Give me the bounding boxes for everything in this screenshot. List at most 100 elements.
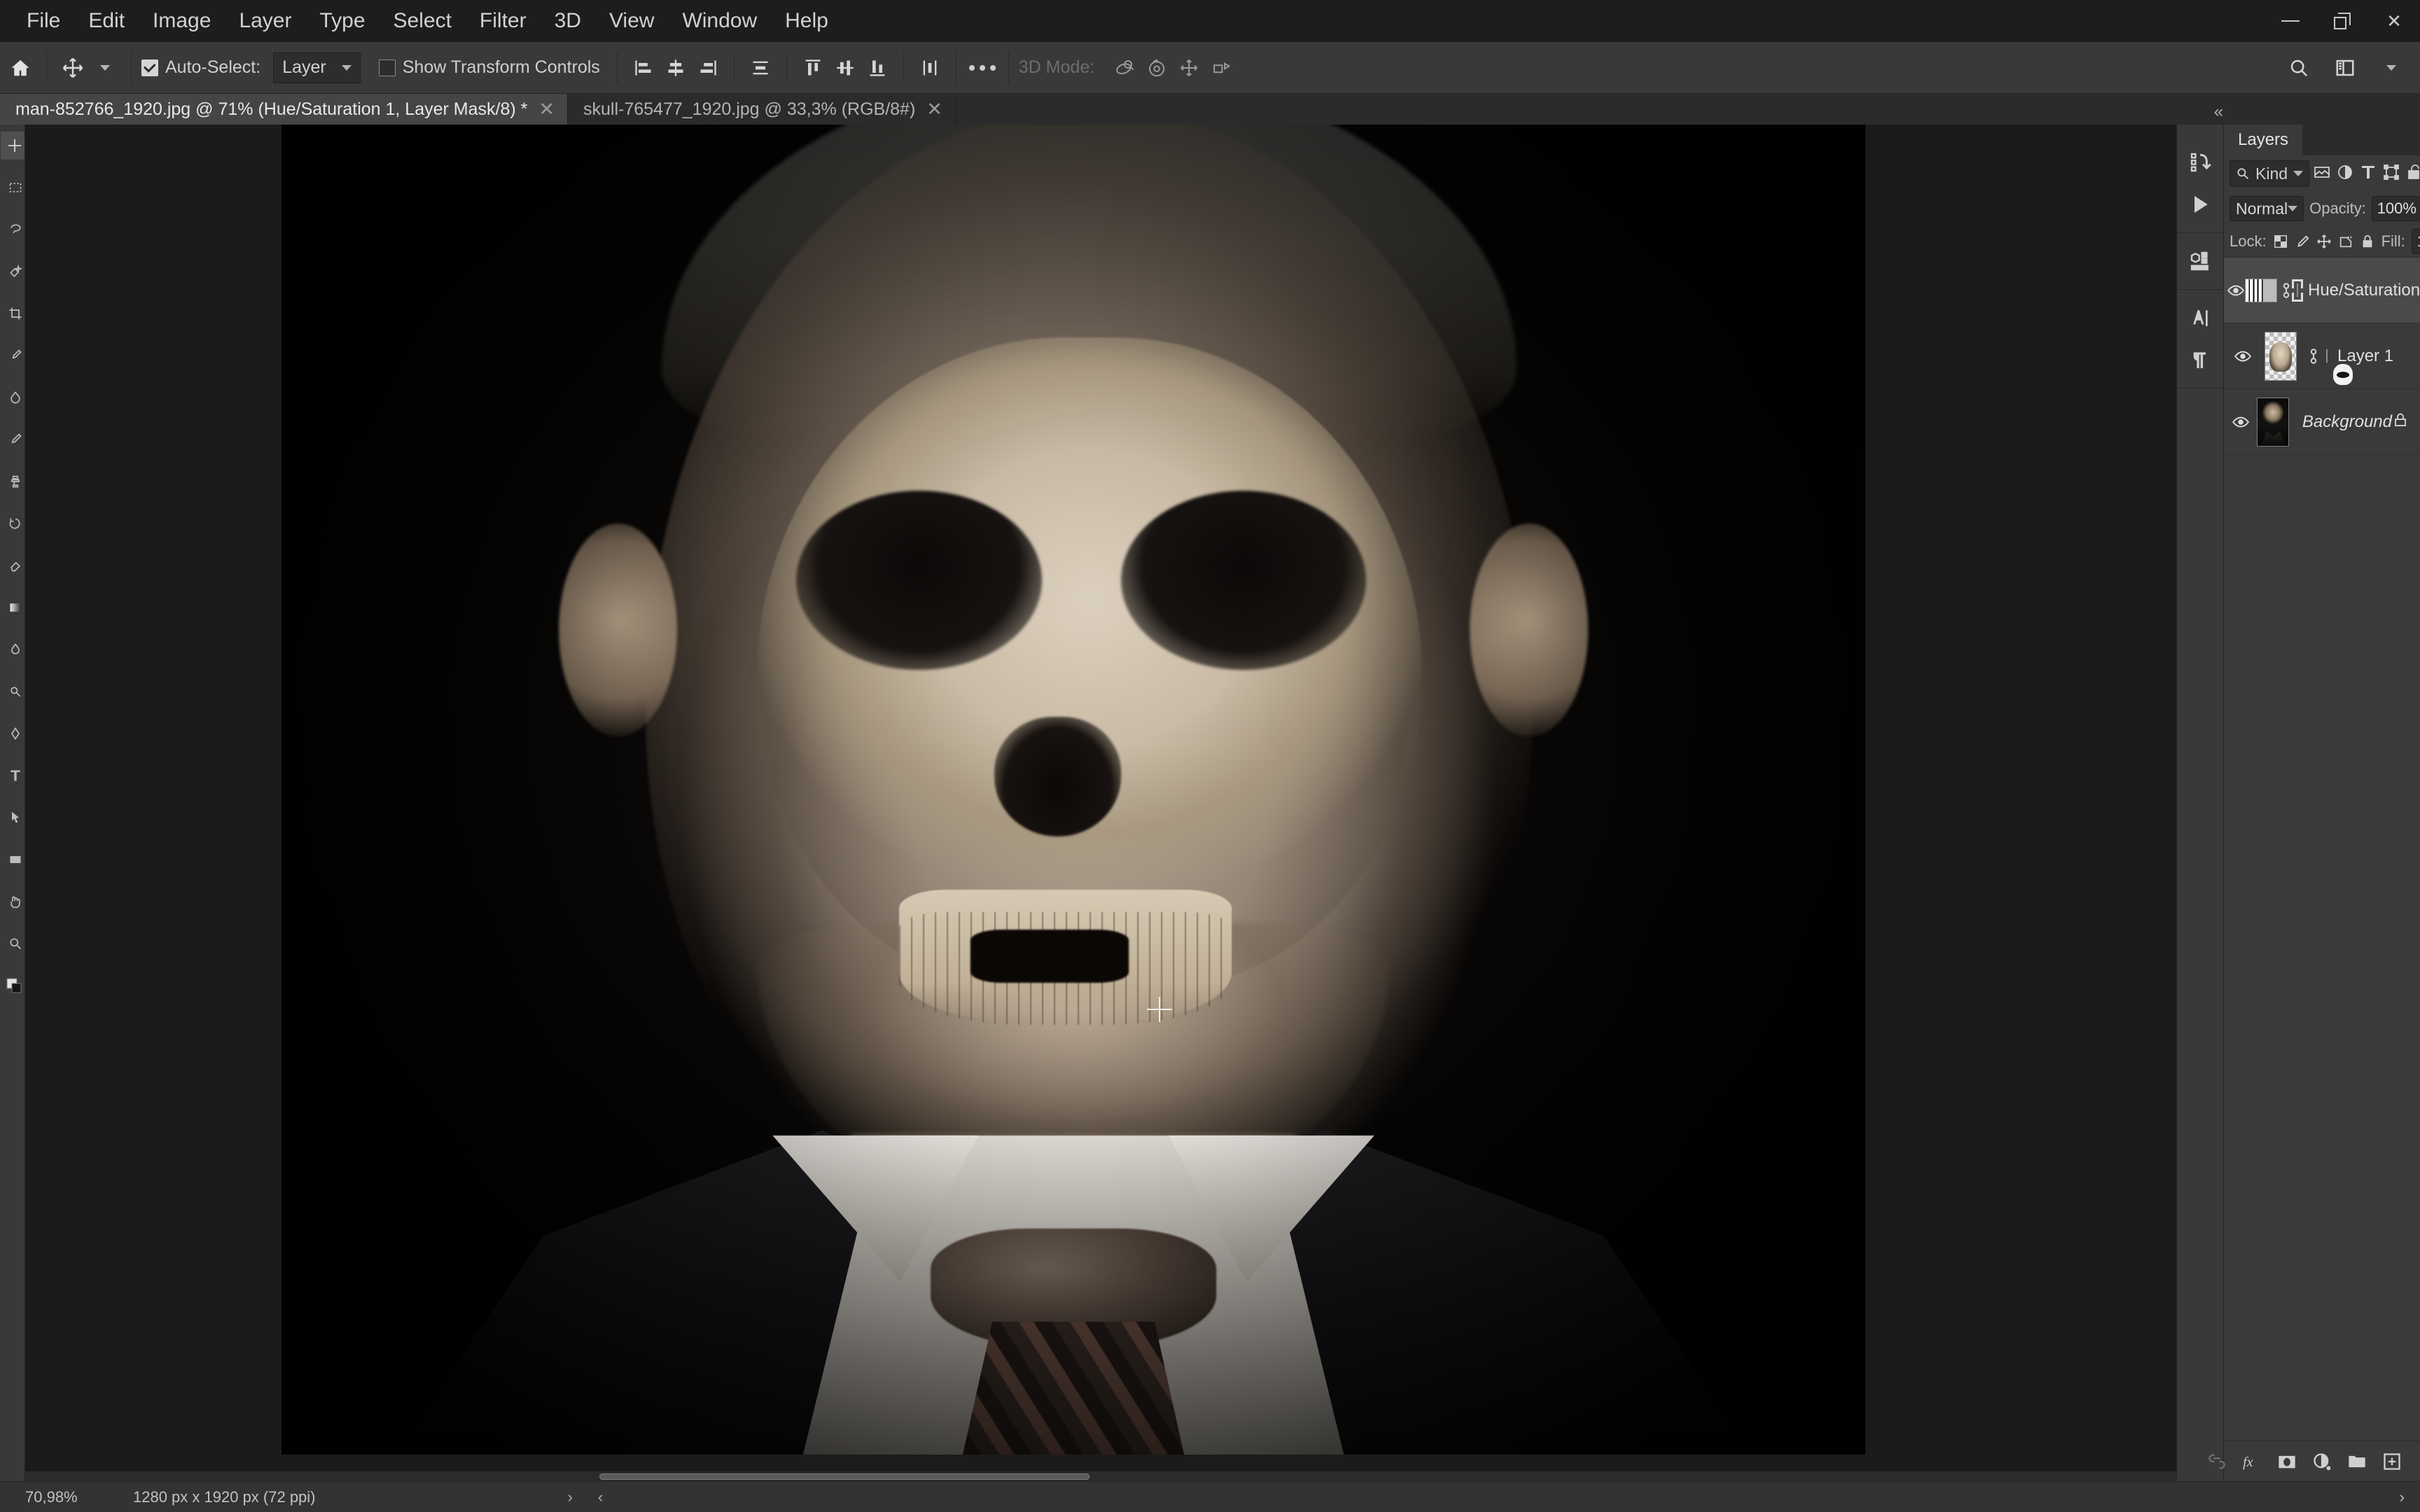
close-icon[interactable]: ✕ xyxy=(926,99,943,119)
canvas-horizontal-scrollbar[interactable] xyxy=(25,1471,2325,1481)
close-button[interactable]: ✕ xyxy=(2368,0,2420,42)
menu-item-3d[interactable]: 3D xyxy=(541,6,595,36)
status-zoom-level[interactable]: 70,98% xyxy=(0,1488,133,1506)
dodge-tool-icon[interactable] xyxy=(1,678,25,706)
search-icon[interactable] xyxy=(2283,52,2315,84)
type-tool-icon[interactable] xyxy=(1,762,25,790)
distribute-vertical-icon[interactable] xyxy=(914,52,946,84)
tab-layers[interactable]: Layers xyxy=(2224,125,2303,155)
auto-select-checkbox[interactable]: Auto-Select: xyxy=(141,57,260,78)
layer-visibility-toggle[interactable] xyxy=(2227,281,2245,300)
eraser-tool-icon[interactable] xyxy=(1,552,25,580)
filter-adjustment-icon[interactable] xyxy=(2337,164,2353,184)
new-adjustment-layer-button[interactable] xyxy=(2312,1449,2332,1474)
layer-row-hue-saturation[interactable]: Hue/Saturation 1 xyxy=(2224,258,2420,323)
menu-item-image[interactable]: Image xyxy=(139,6,225,36)
menu-item-type[interactable]: Type xyxy=(305,6,379,36)
filter-pixel-icon[interactable] xyxy=(2314,164,2330,184)
rectangle-tool-icon[interactable] xyxy=(1,846,25,874)
blur-tool-icon[interactable] xyxy=(1,636,25,664)
layer-name-background[interactable]: Background xyxy=(2302,412,2392,432)
foreground-background-color-icon[interactable] xyxy=(1,972,25,1000)
pan-3d-icon[interactable] xyxy=(1173,52,1205,84)
tool-preset-caret-icon[interactable] xyxy=(89,52,121,84)
more-options-icon[interactable] xyxy=(966,52,999,84)
align-vertical-centers-icon[interactable] xyxy=(829,52,861,84)
layer-thumbnail[interactable] xyxy=(2245,264,2277,317)
menu-item-layer[interactable]: Layer xyxy=(225,6,305,36)
layer-thumbnail[interactable] xyxy=(2254,396,2291,449)
filter-smart-object-icon[interactable] xyxy=(2406,164,2420,184)
close-icon[interactable]: ✕ xyxy=(538,99,555,119)
hand-tool-icon[interactable] xyxy=(1,888,25,916)
align-horizontal-centers-icon[interactable] xyxy=(660,52,692,84)
layer-visibility-toggle[interactable] xyxy=(2227,413,2254,431)
slide-3d-icon[interactable] xyxy=(1205,52,1237,84)
menu-item-select[interactable]: Select xyxy=(380,6,466,36)
layer-name-hue-saturation[interactable]: Hue/Saturation 1 xyxy=(2308,281,2420,300)
properties-panel-icon[interactable] xyxy=(2180,240,2220,282)
gradient-tool-icon[interactable] xyxy=(1,594,25,622)
roll-3d-icon[interactable] xyxy=(1141,52,1173,84)
spot-healing-icon[interactable] xyxy=(1,384,25,412)
document-canvas[interactable] xyxy=(281,125,1865,1455)
link-mask-icon[interactable] xyxy=(2280,281,2293,300)
menu-item-help[interactable]: Help xyxy=(771,6,842,36)
move-tool-icon[interactable] xyxy=(1,132,25,160)
align-bottom-edges-icon[interactable] xyxy=(861,52,893,84)
filter-type-icon[interactable] xyxy=(2360,164,2377,184)
home-icon[interactable] xyxy=(4,52,36,84)
status-arrow-left[interactable]: ‹ xyxy=(598,1488,603,1506)
layer-mask-thumbnail[interactable] xyxy=(2326,349,2353,385)
menu-item-view[interactable]: View xyxy=(595,6,668,36)
minimize-button[interactable] xyxy=(2265,0,2316,42)
layer-visibility-toggle[interactable] xyxy=(2227,347,2259,365)
align-top-edges-icon[interactable] xyxy=(797,52,829,84)
collapse-panels-icon[interactable]: « xyxy=(2214,102,2223,122)
layer-filter-kind-dropdown[interactable]: Kind xyxy=(2230,160,2310,187)
show-transform-controls-checkbox[interactable]: Show Transform Controls xyxy=(378,57,600,78)
history-panel-icon[interactable] xyxy=(2180,141,2220,183)
delete-layer-button[interactable] xyxy=(2417,1449,2420,1474)
lock-transparent-pixels-icon[interactable] xyxy=(2273,234,2288,249)
clone-stamp-icon[interactable] xyxy=(1,468,25,496)
align-left-edges-icon[interactable] xyxy=(627,52,660,84)
rectangular-marquee-icon[interactable] xyxy=(1,174,25,202)
menu-item-window[interactable]: Window xyxy=(668,6,771,36)
align-right-edges-icon[interactable] xyxy=(692,52,724,84)
chevron-down-icon[interactable] xyxy=(2375,52,2407,84)
new-layer-button[interactable] xyxy=(2382,1449,2402,1474)
orbit-3d-icon[interactable] xyxy=(1108,52,1141,84)
quick-selection-icon[interactable] xyxy=(1,258,25,286)
link-mask-icon[interactable] xyxy=(2305,347,2322,365)
paragraph-panel-icon[interactable] xyxy=(2180,339,2220,381)
layer-mask-thumbnail[interactable] xyxy=(2292,279,2303,302)
new-group-button[interactable] xyxy=(2347,1449,2367,1474)
opacity-value[interactable]: 100% xyxy=(2371,196,2420,221)
zoom-tool-icon[interactable] xyxy=(1,930,25,958)
canvas-area[interactable] xyxy=(25,125,2336,1481)
lock-image-pixels-icon[interactable] xyxy=(2295,234,2310,249)
scrollbar-thumb[interactable] xyxy=(599,1474,1090,1480)
document-tab-skull[interactable]: skull-765477_1920.jpg @ 33,3% (RGB/8#) ✕ xyxy=(568,94,956,125)
menu-item-filter[interactable]: Filter xyxy=(466,6,541,36)
brush-tool-icon[interactable] xyxy=(1,426,25,454)
character-panel-icon[interactable] xyxy=(2180,297,2220,339)
menu-item-file[interactable]: File xyxy=(13,6,74,36)
lock-artboard-nesting-icon[interactable] xyxy=(2338,234,2353,249)
lock-position-icon[interactable] xyxy=(2316,234,2332,249)
status-arrow-right-2[interactable]: › xyxy=(2400,1488,2405,1506)
eyedropper-icon[interactable] xyxy=(1,342,25,370)
lasso-tool-icon[interactable] xyxy=(1,216,25,244)
link-layers-button[interactable] xyxy=(2207,1449,2227,1474)
layer-thumbnail[interactable] xyxy=(2259,330,2302,383)
auto-select-target-dropdown[interactable]: Layer xyxy=(273,52,361,83)
history-brush-icon[interactable] xyxy=(1,510,25,538)
pen-tool-icon[interactable] xyxy=(1,720,25,748)
layer-row-layer-1[interactable]: Layer 1 xyxy=(2224,323,2420,389)
crop-tool-icon[interactable] xyxy=(1,300,25,328)
menu-item-edit[interactable]: Edit xyxy=(74,6,139,36)
fill-value[interactable]: 100% xyxy=(2411,228,2420,254)
workspace-switcher-icon[interactable] xyxy=(2329,52,2361,84)
actions-panel-icon[interactable] xyxy=(2180,183,2220,225)
